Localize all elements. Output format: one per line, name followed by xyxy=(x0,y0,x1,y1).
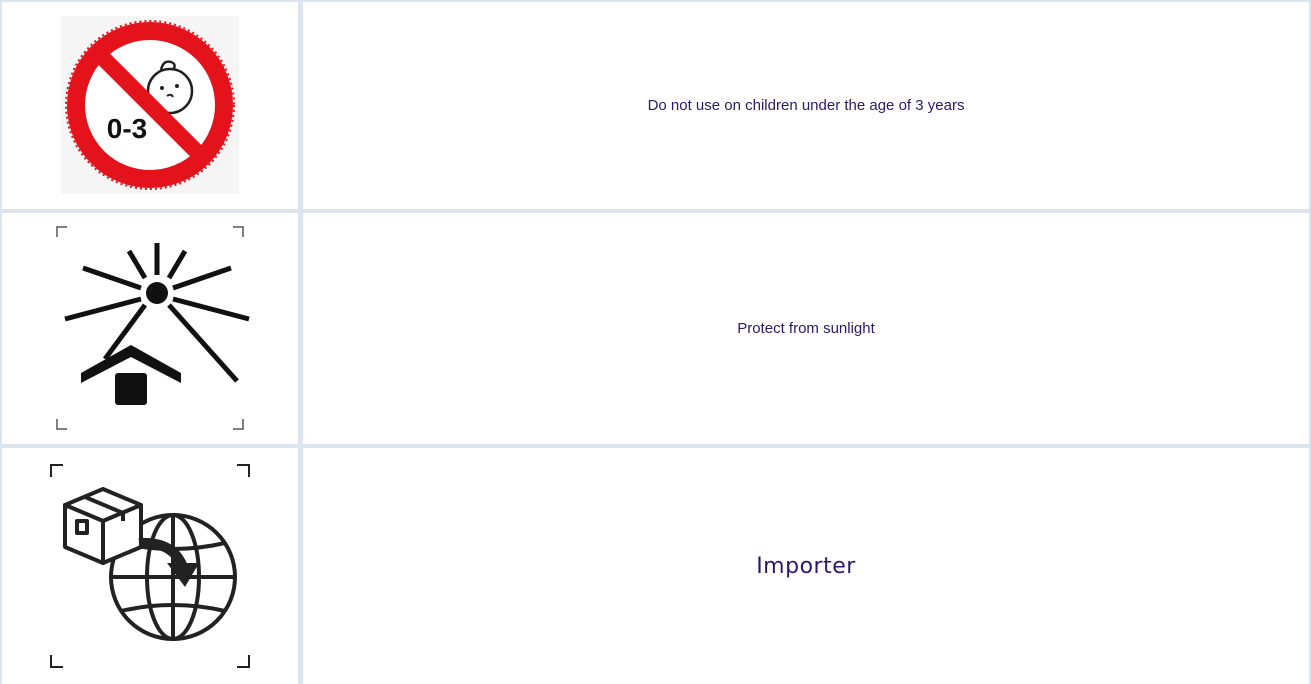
age-label: 0-3 xyxy=(107,113,147,144)
no-children-under-3-icon: 0-3 xyxy=(61,16,239,195)
symbols-table: 0-3 Do not use on children under the age… xyxy=(0,0,1311,684)
label-text: Importer xyxy=(301,446,1311,684)
icon-cell xyxy=(0,210,301,447)
protect-from-sunlight-icon xyxy=(56,226,250,431)
warning-text: Do not use on children under the age of … xyxy=(301,0,1311,211)
table-row: 0-3 Do not use on children under the age… xyxy=(0,0,1311,211)
icon-cell xyxy=(0,446,301,684)
warning-text: Protect from sunlight xyxy=(301,210,1311,447)
importer-icon xyxy=(43,459,257,674)
table-row: Importer xyxy=(0,446,1311,684)
icon-cell: 0-3 xyxy=(0,0,301,211)
table-row: Protect from sunlight xyxy=(0,210,1311,447)
